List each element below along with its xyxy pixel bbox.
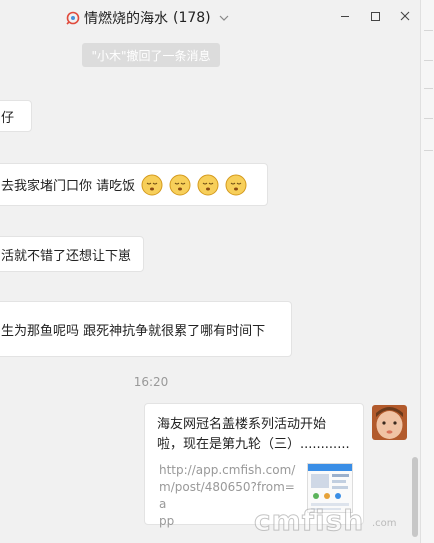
chat-title: 情燃烧的海水 <box>84 11 168 27</box>
message-timestamp: 16:20 <box>133 375 169 389</box>
title-bar: 情燃烧的海水 (178) <box>0 0 420 36</box>
message-text: 生为那鱼呢吗 跟死神抗争就很累了哪有时间下 <box>1 323 266 339</box>
chevron-down-icon[interactable] <box>218 12 230 24</box>
minimize-icon[interactable] <box>337 8 353 24</box>
watermark-domain: .com <box>372 518 397 529</box>
message-text: 仔 <box>1 110 15 126</box>
maximize-icon[interactable] <box>367 8 383 24</box>
card-title: 海友网冠名盖楼系列活动开始 啦，现在是第九轮（三）............ <box>157 417 350 452</box>
side-panel-edge <box>420 0 434 543</box>
message-text: 活就不错了还想让下崽 <box>1 248 132 264</box>
recall-text: 撤回了一条消息 <box>126 48 211 63</box>
recall-notice: "小木" 撤回了一条消息 <box>82 43 220 67</box>
message-bubble[interactable]: 活就不错了还想让下崽 <box>0 236 144 272</box>
chat-scrollbar[interactable] <box>412 457 418 537</box>
message-text: 去我家堵门口你 请吃饭 <box>1 179 136 194</box>
watermark-logo: cmfish <box>253 504 365 538</box>
message-bubble[interactable]: 仔 <box>0 100 32 132</box>
close-icon[interactable] <box>397 8 413 24</box>
sleepy-face-emoji <box>225 174 247 195</box>
sleepy-face-emoji <box>141 174 163 195</box>
chat-group-icon <box>66 11 80 25</box>
recall-actor: "小木" <box>91 48 127 63</box>
message-bubble[interactable]: 生为那鱼呢吗 跟死神抗争就很累了哪有时间下 <box>0 301 292 357</box>
message-bubble[interactable]: 去我家堵门口你 请吃饭 <box>0 163 268 206</box>
chat-title-button[interactable]: 情燃烧的海水 (178) <box>66 8 230 28</box>
sleepy-face-emoji <box>169 174 191 195</box>
member-count: (178) <box>173 10 211 26</box>
sleepy-face-emoji <box>197 174 219 195</box>
avatar[interactable] <box>372 405 407 440</box>
